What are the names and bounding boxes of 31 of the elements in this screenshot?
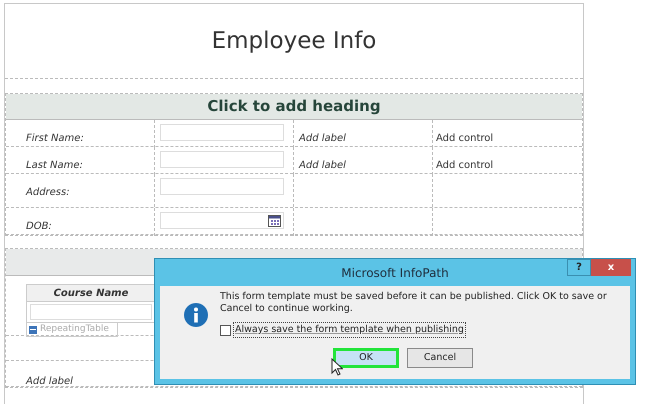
tag-text: RepeatingTable [40, 322, 109, 336]
dialog-message: This form template must be saved before it can be published. Click OK to save or Cancel to continue working. [220, 291, 608, 315]
repeating-table[interactable]: Course Name [26, 284, 156, 323]
checkbox-label[interactable]: Always save the form template when publishing [233, 322, 466, 338]
date-picker[interactable] [160, 212, 284, 229]
close-button[interactable]: x [591, 259, 631, 276]
add-label[interactable]: Add label [299, 160, 346, 171]
help-button[interactable]: ? [567, 259, 591, 276]
text-field[interactable] [160, 124, 284, 141]
dialog-title: Microsoft InfoPath [341, 264, 449, 282]
text-field[interactable] [160, 178, 284, 195]
field-label: DOB: [26, 221, 52, 232]
column-header: Course Name [54, 286, 128, 300]
dialog-button[interactable]: OK [333, 348, 399, 368]
calendar-icon[interactable] [268, 214, 281, 226]
add-control[interactable]: Add control [436, 133, 494, 144]
field-label: First Name: [26, 133, 84, 144]
mouse-cursor-icon [331, 358, 343, 376]
section-heading[interactable]: Click to add heading [207, 95, 381, 118]
table-icon [29, 326, 37, 334]
dialog-button[interactable]: Cancel [407, 348, 473, 368]
text-field[interactable] [160, 151, 284, 168]
add-label[interactable]: Add label [26, 376, 73, 387]
add-label[interactable]: Add label [299, 133, 346, 144]
add-control[interactable]: Add control [436, 160, 494, 171]
field-label: Address: [26, 187, 70, 198]
info-icon [184, 303, 208, 327]
table-cell[interactable] [30, 304, 152, 320]
checkbox[interactable] [220, 324, 231, 336]
form-title: Employee Info [212, 26, 376, 56]
field-label: Last Name: [26, 160, 83, 171]
